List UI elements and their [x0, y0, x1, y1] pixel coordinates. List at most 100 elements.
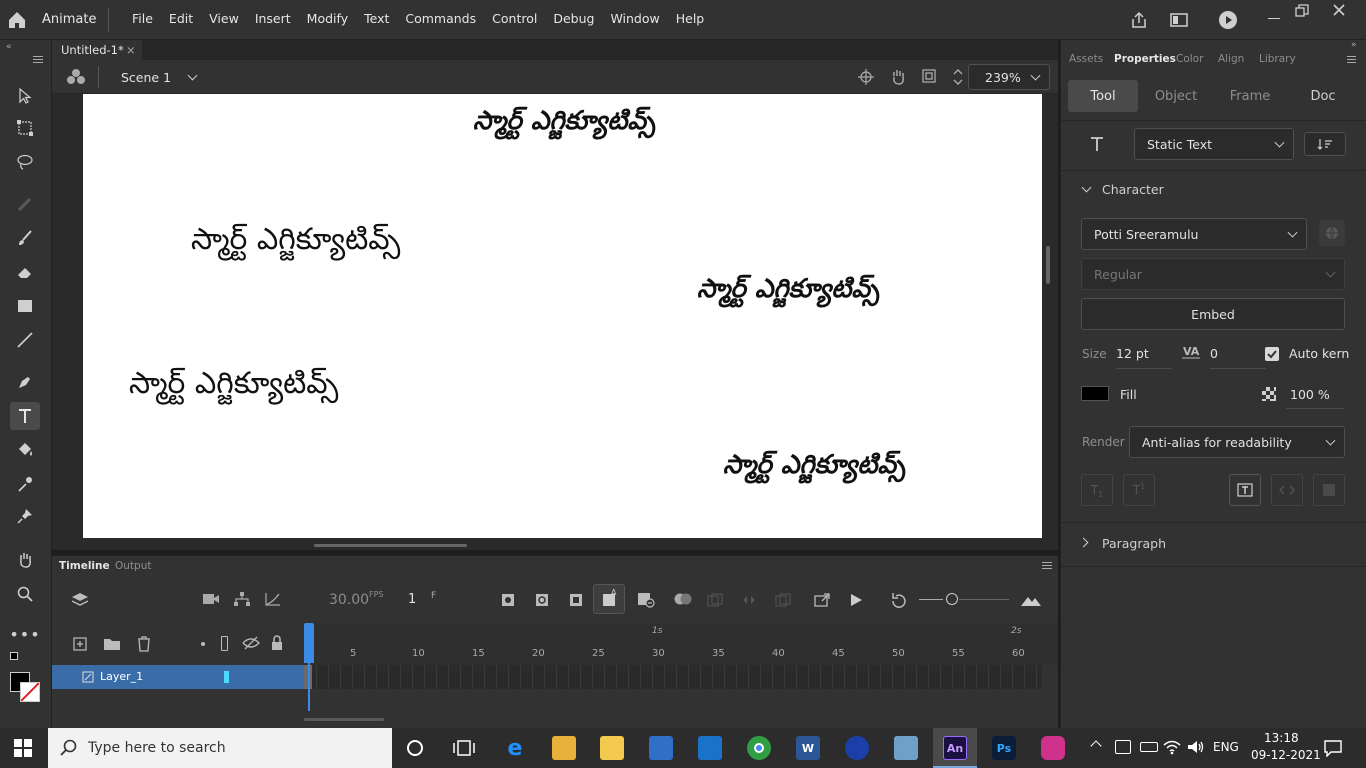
stage-text[interactable]: స్మార్ట్ ఎగ్జిక్యూటివ్స్ [723, 450, 905, 486]
lasso-tool-icon[interactable] [10, 148, 40, 176]
photoshop-icon[interactable]: Ps [992, 736, 1016, 760]
stage-text[interactable]: స్మార్ట్ ఎగ్జిక్యూటివ్స్ [473, 106, 655, 142]
word-icon[interactable]: W [796, 736, 820, 760]
play-icon[interactable] [849, 592, 863, 608]
edit-symbols-icon[interactable] [66, 68, 86, 86]
current-frame[interactable]: 1 [408, 592, 416, 607]
selection-tool-icon[interactable] [10, 82, 40, 110]
highlight-layers-icon[interactable] [201, 642, 205, 646]
delete-layer-icon[interactable] [136, 635, 152, 653]
windows-start-icon[interactable] [14, 739, 32, 757]
subtab-tool[interactable]: Tool [1068, 80, 1138, 112]
tween-icon[interactable] [741, 593, 757, 607]
center-stage-icon[interactable] [858, 69, 874, 85]
menu-file[interactable]: File [124, 11, 161, 26]
share-icon[interactable] [1129, 10, 1149, 30]
pencil-tool-icon[interactable] [10, 190, 40, 218]
text-type-select[interactable]: Static Text [1134, 128, 1294, 160]
chevron-right-icon[interactable] [1078, 537, 1089, 548]
new-layer-icon[interactable] [72, 636, 88, 652]
chevron-down-icon[interactable] [1030, 70, 1041, 81]
chevron-down-icon[interactable] [1081, 182, 1092, 193]
close-icon[interactable] [1332, 3, 1346, 17]
language-indicator[interactable]: ENG [1213, 740, 1239, 754]
task-view-icon[interactable] [453, 738, 475, 758]
panel-menu-icon[interactable] [1042, 562, 1052, 563]
test-movie-icon[interactable] [1217, 9, 1239, 31]
line-tool-icon[interactable] [10, 326, 40, 354]
menu-debug[interactable]: Debug [545, 11, 602, 26]
volume-icon[interactable] [1187, 739, 1205, 755]
store-icon[interactable] [649, 736, 673, 760]
brush-tool-icon[interactable] [10, 224, 40, 252]
timeline-hscrollbar[interactable] [304, 718, 384, 721]
subtab-doc[interactable]: Doc [1287, 80, 1359, 112]
selectable-button[interactable] [1313, 474, 1345, 506]
rotate-stage-icon[interactable] [889, 68, 907, 86]
opacity-value[interactable]: 100 % [1290, 387, 1330, 402]
layer-row[interactable]: Layer_1 [52, 665, 304, 689]
app-icon[interactable] [1041, 736, 1065, 760]
superscript-button[interactable]: T1 [1123, 474, 1155, 506]
notifications-icon[interactable] [1323, 739, 1343, 757]
workspace-icon[interactable] [1169, 10, 1189, 30]
delete-keyframe-icon[interactable] [637, 592, 655, 608]
taskbar-search[interactable]: Type here to search [48, 728, 392, 768]
zoom-field[interactable]: 239% [968, 64, 1050, 90]
fill-color-swatch[interactable] [1081, 386, 1109, 401]
insert-frame-icon[interactable] [569, 593, 583, 607]
paragraph-section-title[interactable]: Paragraph [1102, 536, 1166, 551]
app-icon[interactable] [845, 736, 869, 760]
chevron-down-icon[interactable] [187, 70, 198, 81]
menu-icon[interactable] [33, 56, 43, 57]
chevron-up-icon[interactable] [1090, 740, 1102, 752]
stage[interactable]: స్మార్ట్ ఎగ్జిక్యూటివ్స్ స్మార్ట్ ఎగ్జిక… [83, 94, 1042, 538]
mountains-icon[interactable] [1020, 592, 1042, 608]
close-tab-icon[interactable]: × [126, 43, 136, 57]
character-section-title[interactable]: Character [1102, 182, 1164, 197]
wifi-icon[interactable] [1163, 739, 1181, 755]
tab-color[interactable]: Color [1176, 53, 1203, 65]
insert-blank-keyframe-icon[interactable] [535, 593, 549, 607]
menu-view[interactable]: View [201, 11, 247, 26]
clip-content-icon[interactable] [921, 68, 937, 84]
stage-text[interactable]: స్మార్ట్ ఎగ్జిక్యూటివ్స్ [697, 274, 879, 310]
font-size-value[interactable]: 12 pt [1116, 346, 1149, 361]
menu-help[interactable]: Help [668, 11, 713, 26]
menu-window[interactable]: Window [602, 11, 667, 26]
tab-output[interactable]: Output [115, 560, 151, 572]
layer-color-tag[interactable] [224, 671, 229, 683]
file-explorer-icon[interactable] [600, 736, 624, 760]
outline-layers-icon[interactable] [221, 636, 228, 651]
auto-kern-checkbox[interactable] [1265, 347, 1279, 361]
zoom-tool-icon[interactable] [10, 580, 40, 608]
graph-icon[interactable] [264, 591, 282, 607]
mail-icon[interactable] [698, 736, 722, 760]
stage-text[interactable]: స్మార్ట్ ఎగ్జిక్యూటివ్స్ [129, 366, 338, 408]
new-folder-icon[interactable] [103, 636, 121, 652]
tray-icon[interactable] [1115, 740, 1131, 754]
chevron-down-icon[interactable] [1274, 137, 1285, 148]
pen-tool-icon[interactable] [10, 368, 40, 396]
eraser-tool-icon[interactable] [10, 258, 40, 286]
subscript-button[interactable]: T1 [1081, 474, 1113, 506]
timeline-zoom-slider[interactable] [946, 593, 958, 605]
text-tool-icon[interactable] [10, 402, 40, 430]
show-border-button[interactable] [1229, 474, 1261, 506]
collapse-arrows-icon[interactable]: » [1351, 40, 1357, 50]
restore-icon[interactable] [1295, 4, 1309, 18]
photos-icon[interactable] [552, 736, 576, 760]
auto-keyframe-toggle[interactable]: A [593, 584, 625, 614]
subtab-frame[interactable]: Frame [1215, 80, 1285, 112]
layers-icon[interactable] [70, 590, 90, 610]
insert-keyframe-icon[interactable] [501, 593, 515, 607]
shape-tween-icon[interactable] [775, 593, 791, 607]
fill-color-swatch[interactable] [20, 682, 40, 702]
document-tab[interactable]: Untitled-1* × [52, 40, 142, 60]
zoom-stepper-icon[interactable] [952, 66, 964, 88]
swap-colors-icon[interactable] [10, 652, 18, 660]
panel-menu-icon[interactable] [1347, 56, 1356, 57]
tab-assets[interactable]: Assets [1069, 53, 1103, 65]
menu-control[interactable]: Control [484, 11, 545, 26]
battery-icon[interactable] [1140, 742, 1158, 752]
